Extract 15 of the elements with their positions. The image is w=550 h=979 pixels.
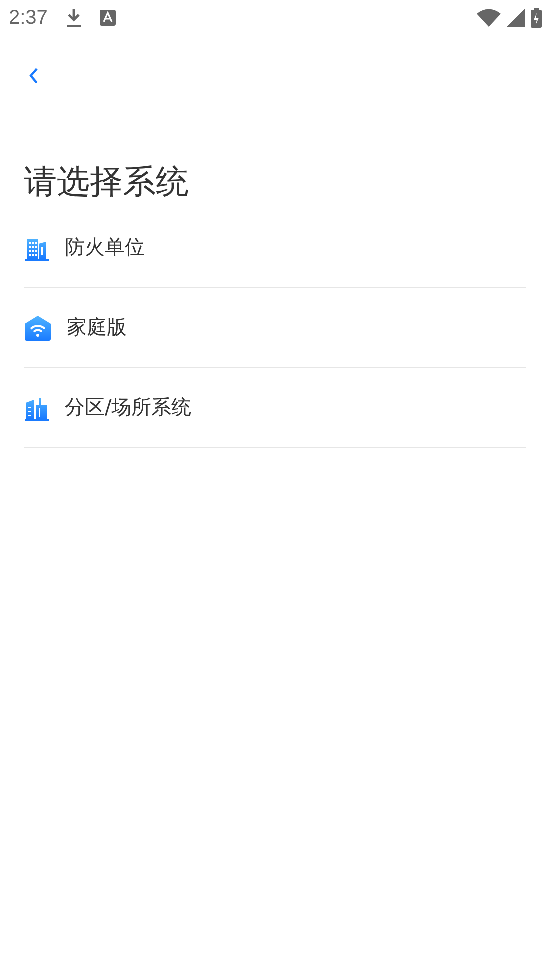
home-wifi-icon bbox=[24, 314, 52, 340]
option-label: 分区/场所系统 bbox=[65, 394, 192, 421]
page-title: 请选择系统 bbox=[24, 161, 190, 203]
system-option[interactable]: 分区/场所系统 bbox=[24, 368, 526, 448]
option-label: 防火单位 bbox=[65, 234, 145, 261]
download-icon bbox=[66, 8, 82, 28]
signal-icon bbox=[507, 9, 525, 27]
wifi-icon bbox=[477, 9, 501, 27]
system-option[interactable]: 家庭版 bbox=[24, 288, 526, 368]
keyboard-icon bbox=[100, 10, 116, 26]
back-icon bbox=[28, 67, 40, 85]
battery-icon bbox=[531, 8, 542, 28]
status-time: 2:37 bbox=[9, 6, 48, 30]
option-label: 家庭版 bbox=[67, 314, 127, 341]
system-option[interactable]: 防火单位 bbox=[24, 208, 526, 288]
